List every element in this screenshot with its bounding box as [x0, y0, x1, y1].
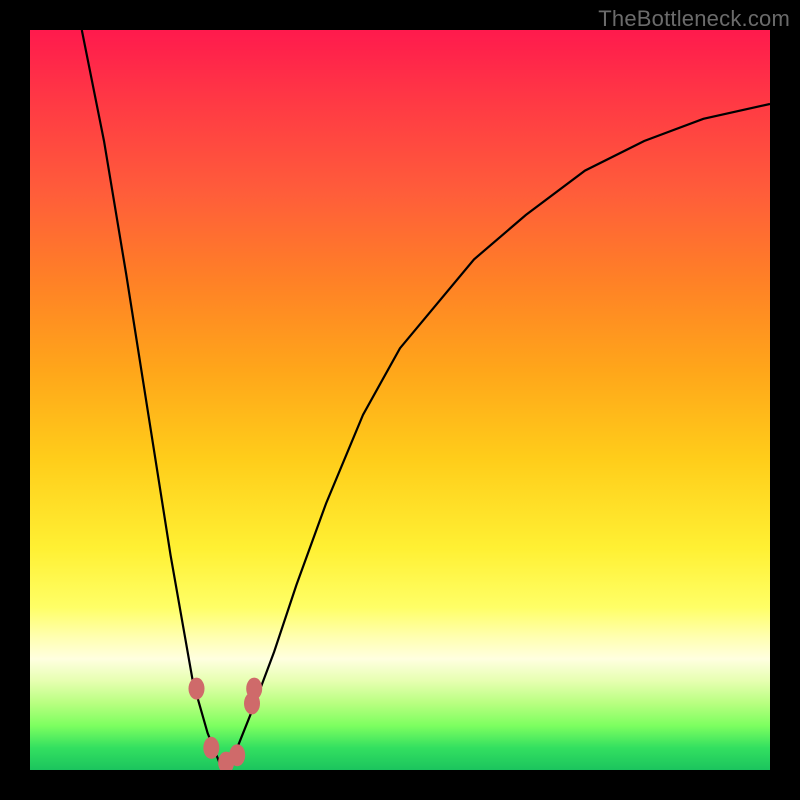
bottleneck-curve-chart: [30, 30, 770, 770]
curve-markers: [189, 678, 263, 770]
curve-marker: [203, 737, 219, 759]
curve-marker: [229, 744, 245, 766]
watermark-text: TheBottleneck.com: [598, 6, 790, 32]
curve-path: [82, 30, 770, 770]
curve-marker: [246, 678, 262, 700]
curve-marker: [189, 678, 205, 700]
plot-frame: [30, 30, 770, 770]
